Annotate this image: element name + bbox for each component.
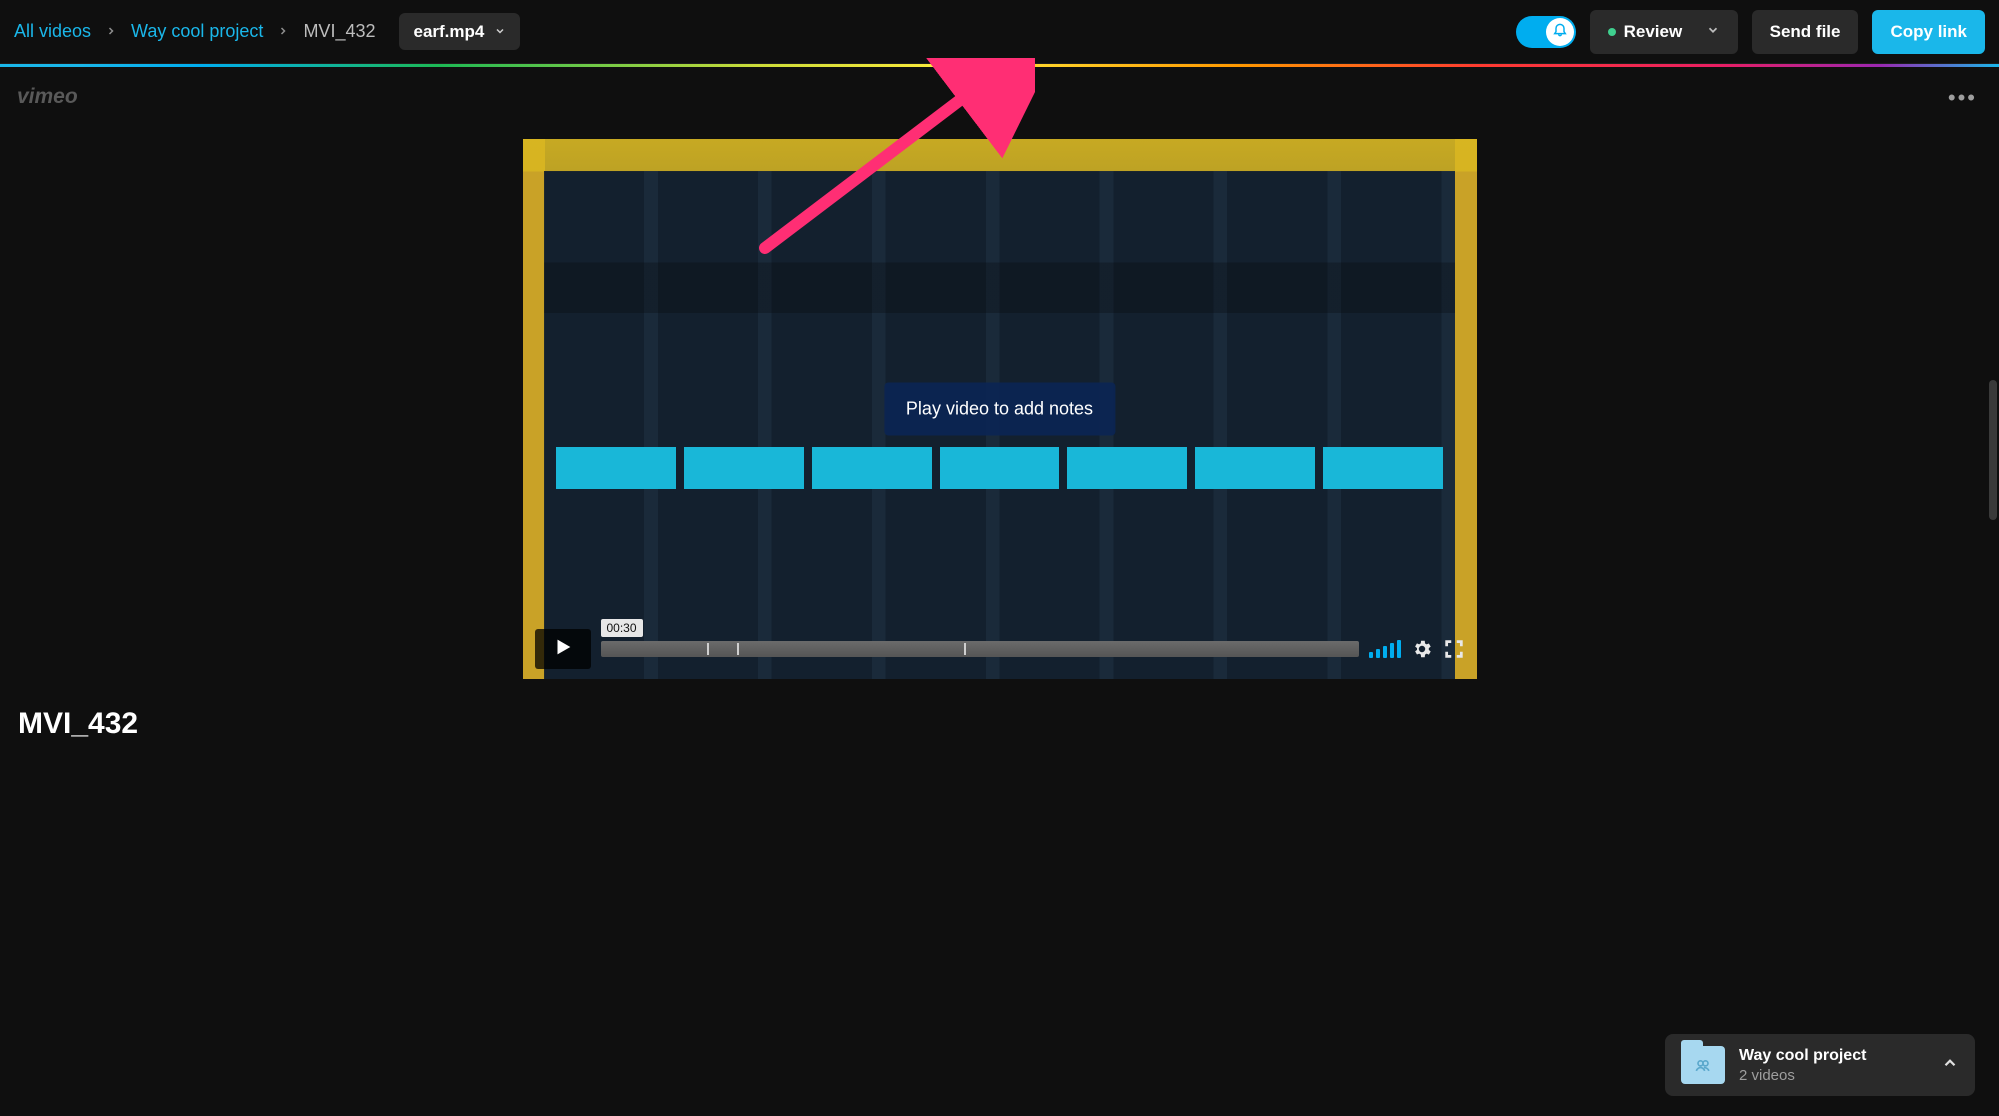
svg-text:vimeo: vimeo [17, 85, 78, 108]
chevron-right-icon [277, 24, 289, 40]
video-content-decoration [556, 447, 1443, 489]
play-to-add-notes-overlay: Play video to add notes [884, 383, 1115, 436]
status-dot-icon [1608, 28, 1616, 36]
top-bar: All videos Way cool project MVI_432 earf… [0, 0, 1999, 64]
notifications-toggle[interactable] [1516, 16, 1576, 48]
bell-icon [1552, 21, 1568, 42]
copy-link-button[interactable]: Copy link [1872, 10, 1985, 54]
project-toast[interactable]: Way cool project 2 videos [1665, 1034, 1975, 1096]
progress-bar[interactable] [601, 641, 1359, 657]
chevron-right-icon [105, 24, 117, 40]
breadcrumb-current: MVI_432 [303, 21, 375, 42]
play-icon [552, 636, 574, 663]
player-controls: 00:30 [535, 629, 1465, 669]
vimeo-logo-icon: vimeo [16, 82, 116, 115]
breadcrumb-project[interactable]: Way cool project [131, 21, 263, 42]
breadcrumb: All videos Way cool project MVI_432 earf… [14, 13, 520, 50]
sub-bar: vimeo ••• [0, 67, 1999, 129]
play-button[interactable] [535, 629, 591, 669]
settings-icon[interactable] [1411, 638, 1433, 660]
scrollbar[interactable] [1989, 380, 1997, 520]
chevron-up-icon[interactable] [1941, 1054, 1959, 1077]
volume-control[interactable] [1369, 640, 1401, 658]
breadcrumb-root[interactable]: All videos [14, 21, 91, 42]
send-file-button[interactable]: Send file [1752, 10, 1859, 54]
review-status-dropdown[interactable]: Review [1590, 10, 1738, 54]
folder-icon [1681, 1046, 1725, 1084]
file-version-label: earf.mp4 [413, 22, 484, 42]
time-chip: 00:30 [601, 619, 643, 637]
chevron-down-icon [494, 21, 506, 42]
project-toast-subtitle: 2 videos [1739, 1067, 1927, 1084]
more-menu-button[interactable]: ••• [1942, 79, 1983, 117]
fullscreen-icon[interactable] [1443, 638, 1465, 660]
video-player[interactable]: Play video to add notes 00:30 [523, 139, 1477, 679]
project-toast-title: Way cool project [1739, 1047, 1927, 1065]
page-title: MVI_432 [18, 707, 138, 741]
review-label: Review [1624, 22, 1683, 42]
file-version-chip[interactable]: earf.mp4 [399, 13, 520, 50]
chevron-down-icon [1706, 22, 1720, 42]
